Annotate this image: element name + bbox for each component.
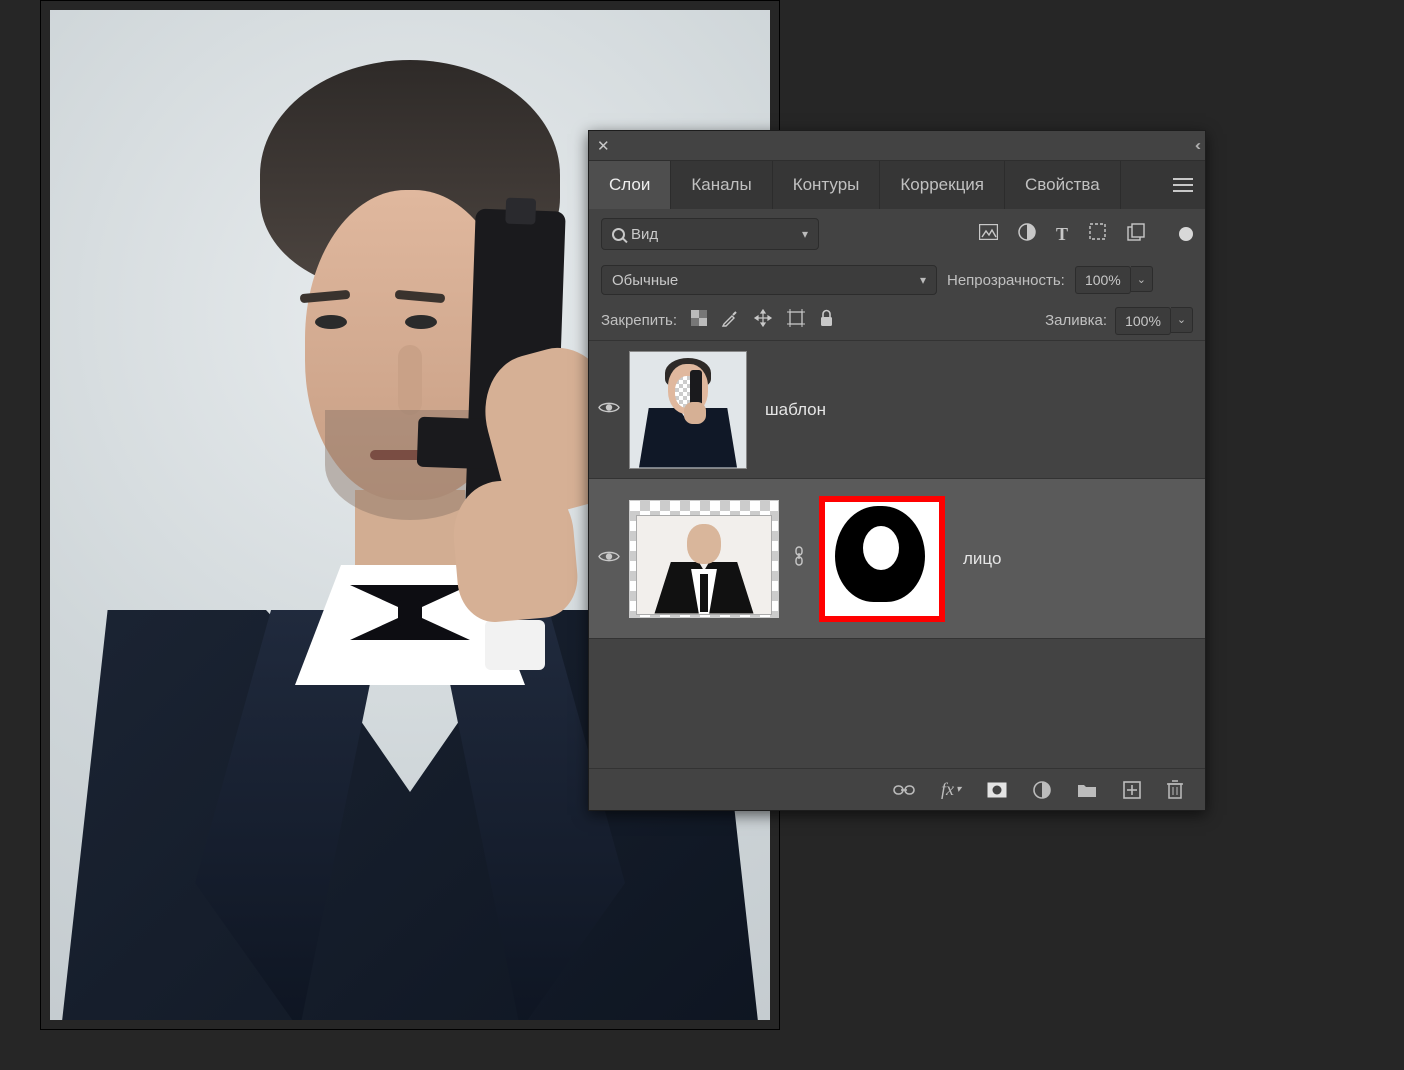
- tab-properties[interactable]: Свойства: [1005, 161, 1121, 209]
- layer-mask-thumbnail[interactable]: [819, 496, 945, 622]
- filter-smart-icon[interactable]: [1127, 223, 1145, 246]
- hamburger-icon: [1173, 184, 1193, 186]
- delete-layer-icon[interactable]: [1167, 780, 1183, 799]
- visibility-toggle[interactable]: [589, 548, 629, 569]
- layer-name[interactable]: лицо: [963, 549, 1001, 569]
- tab-adjust[interactable]: Коррекция: [880, 161, 1005, 209]
- panel-menu-button[interactable]: [1161, 161, 1205, 209]
- link-layers-icon[interactable]: [893, 783, 915, 797]
- blend-opacity-row: Обычные ▾ Непрозрачность: 100% ⌄: [589, 259, 1205, 301]
- filter-type-select[interactable]: Вид ▾: [601, 218, 819, 250]
- layer-filter-row: Вид ▾ T: [589, 209, 1205, 259]
- lock-pixels-icon[interactable]: [721, 309, 739, 332]
- filter-type-icon[interactable]: T: [1056, 224, 1068, 245]
- lock-position-icon[interactable]: [753, 308, 773, 333]
- chevron-down-icon: ▾: [920, 273, 926, 287]
- layers-list: шаблон: [589, 341, 1205, 768]
- lock-all-icon[interactable]: [819, 309, 834, 332]
- layer-name[interactable]: шаблон: [765, 400, 826, 420]
- layers-panel: ✕ ‹‹ Слои Каналы Контуры Коррекция Свойс…: [588, 130, 1206, 811]
- opacity-dropdown[interactable]: ⌄: [1131, 266, 1153, 292]
- chevron-down-icon: ▾: [802, 227, 808, 241]
- lock-transparent-icon[interactable]: [691, 310, 707, 331]
- add-mask-icon[interactable]: [987, 782, 1007, 798]
- fill-value[interactable]: 100%: [1115, 307, 1171, 335]
- fill-label: Заливка:: [1045, 312, 1107, 329]
- close-icon[interactable]: ✕: [597, 137, 617, 155]
- layer-fx-icon[interactable]: fx▾: [941, 779, 961, 800]
- layer-row[interactable]: лицо: [589, 479, 1205, 639]
- layer-thumbnail[interactable]: [629, 500, 779, 618]
- tab-layers[interactable]: Слои: [589, 161, 671, 209]
- lock-artboard-icon[interactable]: [787, 309, 805, 332]
- search-icon: [612, 228, 625, 241]
- filter-toggle[interactable]: [1179, 227, 1193, 241]
- add-adjustment-icon[interactable]: [1033, 781, 1051, 799]
- tab-channels[interactable]: Каналы: [671, 161, 772, 209]
- panel-titlebar[interactable]: ✕ ‹‹: [589, 131, 1205, 161]
- layer-thumbnail[interactable]: [629, 351, 747, 469]
- blend-mode-select[interactable]: Обычные ▾: [601, 265, 937, 295]
- mask-link-icon[interactable]: [789, 546, 809, 571]
- opacity-label: Непрозрачность:: [947, 272, 1065, 289]
- filter-type-label: Вид: [631, 226, 658, 243]
- lock-label: Закрепить:: [601, 312, 677, 329]
- panel-tabs: Слои Каналы Контуры Коррекция Свойства: [589, 161, 1205, 209]
- layer-row[interactable]: шаблон: [589, 341, 1205, 479]
- layers-panel-footer: fx▾: [589, 768, 1205, 810]
- filter-pixel-icon[interactable]: [979, 224, 998, 245]
- filter-adjust-icon[interactable]: [1018, 223, 1036, 246]
- blend-mode-label: Обычные: [612, 272, 678, 289]
- fill-dropdown[interactable]: ⌄: [1171, 307, 1193, 333]
- opacity-value[interactable]: 100%: [1075, 266, 1131, 294]
- collapse-icon[interactable]: ‹‹: [1195, 137, 1197, 154]
- new-group-icon[interactable]: [1077, 782, 1097, 798]
- new-layer-icon[interactable]: [1123, 781, 1141, 799]
- filter-shape-icon[interactable]: [1088, 222, 1107, 246]
- tab-paths[interactable]: Контуры: [773, 161, 881, 209]
- visibility-toggle[interactable]: [589, 399, 629, 420]
- lock-fill-row: Закрепить: Заливка: 100% ⌄: [589, 301, 1205, 341]
